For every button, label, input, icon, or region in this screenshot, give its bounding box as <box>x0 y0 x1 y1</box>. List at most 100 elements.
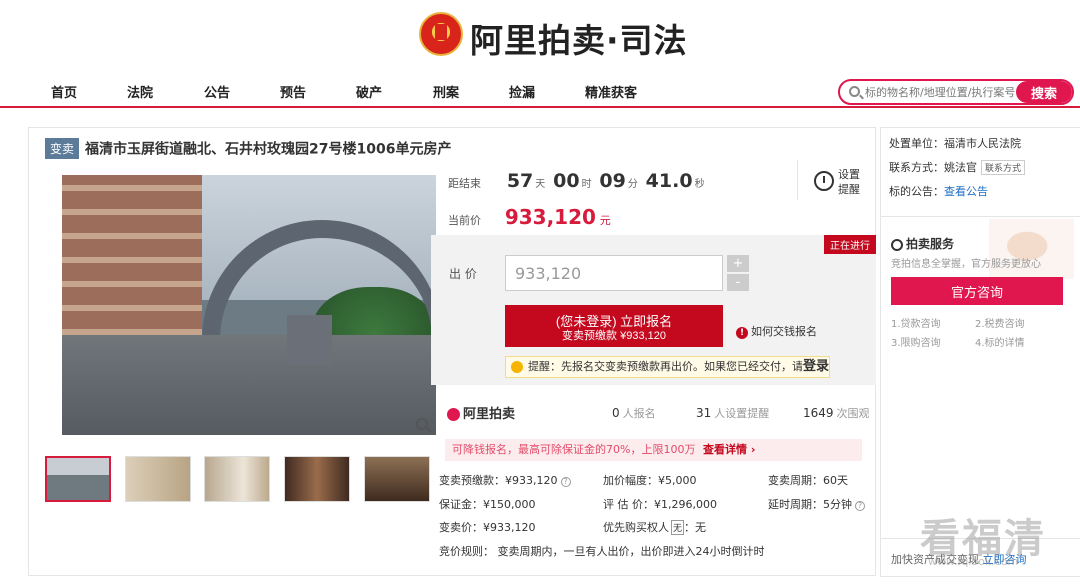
thumbnail-3[interactable] <box>204 456 270 502</box>
ali-auction-logo: 阿里拍卖 <box>447 403 515 422</box>
customer-service-avatar <box>989 219 1074 279</box>
auction-stats: 阿里拍卖 0 人报名 31 人设置提醒 1649 次围观 <box>442 403 870 425</box>
how-to-pay-label: 如何交钱报名 <box>751 325 817 338</box>
info-icon: ! <box>736 327 748 339</box>
current-price-value: 933,120 <box>504 205 596 229</box>
thumbnail-5[interactable] <box>364 456 430 502</box>
service-title: 拍卖服务 <box>891 235 954 252</box>
auction-service: 拍卖服务 竞拍信息全掌握，官方服务更放心 官方咨询 1.贷款咨询 2.税费咨询 … <box>881 216 1080 464</box>
thumbnail-2[interactable] <box>125 456 191 502</box>
faq-purchase-limit[interactable]: 3.限购咨询 <box>891 334 941 349</box>
countdown: 距结束 57 天 00 时 09 分 41.0 秒 <box>448 170 709 192</box>
thumbnail-4[interactable] <box>284 456 350 502</box>
tip-text: 提醒：先报名交变卖预缴款再出价。如果您已经交付，请 <box>528 360 803 373</box>
search-input[interactable] <box>865 83 1015 101</box>
nav-item-precise-leads[interactable]: 精准获客 <box>585 82 637 101</box>
detail-increment: 加价幅度：¥5,000 <box>603 474 697 487</box>
detail-guarantee: 保证金：¥150,000 <box>439 498 536 511</box>
countdown-hours-unit: 时 <box>581 179 592 190</box>
login-tip: 提醒：先报名交变卖预缴款再出价。如果您已经交付，请登录 <box>505 356 830 378</box>
countdown-days: 57 <box>506 170 534 192</box>
detail-deposit-price: 变卖预缴款：¥933,120? <box>439 472 571 488</box>
listing-title: 福清市玉屏街道融北、石井村玫瑰园27号楼1006单元房产 <box>85 141 452 158</box>
bid-amount-input[interactable] <box>505 255 723 291</box>
sale-type-badge: 变卖 <box>45 138 80 159</box>
notice-info: 标的公告：查看公告 <box>889 185 988 198</box>
service-subtitle: 竞拍信息全掌握，官方服务更放心 <box>891 259 1041 270</box>
loan-text: 可降钱报名，最高可除保证金的70%，上限100万 <box>452 443 696 456</box>
stat-reminders: 31 人设置提醒 <box>696 406 770 420</box>
loan-details-link[interactable]: 查看详情 › <box>703 439 755 461</box>
official-consult-button[interactable]: 官方咨询 <box>891 277 1063 305</box>
faq-tax[interactable]: 2.税费咨询 <box>975 315 1025 330</box>
countdown-minutes: 09 <box>599 170 626 192</box>
nav-item-home[interactable]: 首页 <box>51 82 77 101</box>
countdown-minutes-unit: 分 <box>627 179 638 190</box>
detail-appraisal: 评 估 价：¥1,296,000 <box>603 498 717 511</box>
service-icon <box>891 238 903 251</box>
alarm-clock-icon <box>814 171 834 191</box>
detail-sale-period: 变卖周期：60天 <box>768 474 848 487</box>
detail-bid-rules: 竞价规则： 变卖周期内，一旦有人出价，出价即进入24小时倒计时 <box>439 545 765 558</box>
faq-item-details[interactable]: 4.标的详情 <box>975 334 1025 349</box>
current-price: 当前价 933,120 元 <box>448 205 611 229</box>
contact-info: 联系方式：姚法官 联系方式 <box>889 159 1026 175</box>
bid-panel: 正在进行 出 价 + - (您未登录) 立即报名 变卖预缴款 ¥933,120 … <box>431 235 876 385</box>
detail-delay-period: 延时周期：5分钟? <box>768 496 865 512</box>
court-info: 处置单位：福清市人民法院 <box>889 137 1021 150</box>
photo-guard-kiosk <box>287 315 332 365</box>
countdown-seconds: 41.0 <box>645 170 693 192</box>
nav-item-bankruptcy[interactable]: 破产 <box>356 82 382 101</box>
nav-item-criminal[interactable]: 刑案 <box>433 82 459 101</box>
countdown-days-unit: 天 <box>535 179 546 190</box>
contact-phone-button[interactable]: 联系方式 <box>981 160 1026 175</box>
header-logo-bar: 阿里拍卖·司法 <box>0 0 1080 72</box>
search-box: 搜索 <box>838 79 1074 105</box>
stat-signups: 0 人报名 <box>612 406 656 420</box>
court-emblem-icon <box>419 12 463 56</box>
loan-banner: 可降钱报名，最高可除保证金的70%，上限100万 查看详情 › <box>445 439 862 461</box>
signup-button[interactable]: (您未登录) 立即报名 变卖预缴款 ¥933,120 <box>505 305 723 347</box>
countdown-hours: 00 <box>553 170 580 192</box>
nav-item-previews[interactable]: 预告 <box>280 82 306 101</box>
nav-item-notices[interactable]: 公告 <box>204 82 230 101</box>
brand-title[interactable]: 阿里拍卖·司法 <box>470 14 688 62</box>
countdown-label: 距结束 <box>448 177 481 190</box>
signup-main-label: (您未登录) 立即报名 <box>555 313 673 329</box>
tip-login-link[interactable]: 登录 <box>803 359 829 374</box>
reminder-label: 设置 提醒 <box>838 167 860 197</box>
stat-views: 1649 次围观 <box>803 406 870 420</box>
faq-loan[interactable]: 1.贷款咨询 <box>891 315 941 330</box>
view-notice-link[interactable]: 查看公告 <box>944 185 988 198</box>
signup-deposit-label: 变卖预缴款 ¥933,120 <box>562 329 666 342</box>
countdown-seconds-unit: 秒 <box>694 179 705 190</box>
ali-auction-logo-icon <box>447 408 460 421</box>
watermark-url: www.fqlook.com <box>928 555 1019 568</box>
help-icon[interactable]: ? <box>855 501 865 511</box>
photo-ground <box>62 335 436 435</box>
thumbnail-1[interactable] <box>45 456 111 502</box>
reminder-line-2: 提醒 <box>838 183 860 196</box>
listing-title-row: 变卖 福清市玉屏街道融北、石井村玫瑰园27号楼1006单元房产 <box>45 138 451 159</box>
detail-priority-buyer: 优先购买权人无：无 <box>603 520 707 535</box>
nav-item-courts[interactable]: 法院 <box>127 82 153 101</box>
bid-label: 出 价 <box>449 267 477 281</box>
nav-item-bargain[interactable]: 捡漏 <box>509 82 535 101</box>
current-price-unit: 元 <box>599 214 611 227</box>
lightbulb-icon <box>511 361 523 373</box>
main-nav: 首页 法院 公告 预告 破产 刑案 捡漏 精准获客 搜索 <box>0 76 1080 108</box>
detail-sale-price: 变卖价：¥933,120 <box>439 521 536 534</box>
search-icon <box>849 86 860 97</box>
zoom-icon[interactable] <box>416 418 428 430</box>
reminder-line-1: 设置 <box>838 168 860 181</box>
priority-buyer-badge[interactable]: 无 <box>671 520 685 535</box>
bid-decrease-button[interactable]: - <box>727 274 749 291</box>
how-to-pay-link[interactable]: ! 如何交钱报名 <box>736 323 817 339</box>
help-icon[interactable]: ? <box>560 477 571 487</box>
set-reminder-button[interactable]: 设置 提醒 <box>797 160 865 200</box>
property-main-photo[interactable] <box>62 175 436 435</box>
current-price-label: 当前价 <box>448 214 481 227</box>
bid-increase-button[interactable]: + <box>727 255 749 272</box>
search-button[interactable]: 搜索 <box>1016 81 1072 103</box>
status-badge: 正在进行 <box>824 235 876 254</box>
